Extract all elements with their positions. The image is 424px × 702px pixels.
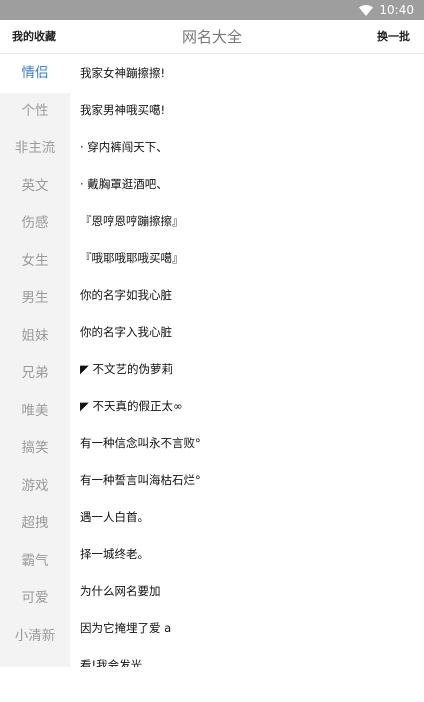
app-bar: 我的收藏 网名大全 换一批 (0, 20, 424, 54)
sidebar-item-personality[interactable]: 个性 (0, 93, 70, 131)
list-item[interactable]: 我家女神蹦擦擦! (70, 55, 424, 92)
sidebar-item-english[interactable]: 英文 (0, 168, 70, 206)
list-item[interactable]: · 穿内裤闯天下、 (70, 129, 424, 166)
sidebar-item-sisters[interactable]: 姐妹 (0, 318, 70, 356)
wifi-icon (359, 4, 374, 16)
sidebar-item-cute[interactable]: 可爱 (0, 580, 70, 618)
bottom-blank-area (0, 667, 424, 702)
sidebar-item-aesthetic[interactable]: 唯美 (0, 393, 70, 431)
list-item[interactable]: · 戴胸罩逛酒吧、 (70, 166, 424, 203)
list-item[interactable]: 遇一人白首。 (70, 499, 424, 536)
sidebar-item-cool[interactable]: 超拽 (0, 505, 70, 543)
sidebar-item-boys[interactable]: 男生 (0, 280, 70, 318)
sidebar-item-games[interactable]: 游戏 (0, 468, 70, 506)
list-item[interactable]: 『恩哼恩哼蹦擦擦』 (70, 203, 424, 240)
refresh-batch-button[interactable]: 换一批 (377, 20, 410, 54)
list-item[interactable]: 你的名字入我心脏 (70, 314, 424, 351)
category-sidebar: 情侣 个性 非主流 英文 伤感 女生 男生 姐妹 兄弟 唯美 搞笑 游戏 超拽 … (0, 55, 70, 667)
list-item[interactable]: 『哦耶哦耶哦买噶』 (70, 240, 424, 277)
list-item[interactable]: 我家男神哦买噶! (70, 92, 424, 129)
status-right: 10:40 (359, 0, 414, 20)
sidebar-item-nonmainstream[interactable]: 非主流 (0, 130, 70, 168)
status-bar: 10:40 (0, 0, 424, 20)
sidebar-item-funny[interactable]: 搞笑 (0, 430, 70, 468)
list-item[interactable]: 因为它掩埋了爱 a (70, 610, 424, 647)
list-item[interactable]: ◤ 不文艺的伪萝莉 (70, 351, 424, 388)
list-item[interactable]: 有一种信念叫永不言败° (70, 425, 424, 462)
sidebar-item-fresh[interactable]: 小清新 (0, 618, 70, 656)
sidebar-item-brothers[interactable]: 兄弟 (0, 355, 70, 393)
name-list: 我家女神蹦擦擦! 我家男神哦买噶! · 穿内裤闯天下、 · 戴胸罩逛酒吧、 『恩… (70, 55, 424, 667)
list-item[interactable]: 看!我会发光 (70, 647, 424, 667)
list-item[interactable]: 你的名字如我心脏 (70, 277, 424, 314)
list-item[interactable]: 择一城终老。 (70, 536, 424, 573)
list-item[interactable]: 为什么网名要加 (70, 573, 424, 610)
sidebar-item-sad[interactable]: 伤感 (0, 205, 70, 243)
sidebar-item-domineering[interactable]: 霸气 (0, 543, 70, 581)
list-item[interactable]: ◤ 不天真的假正太∞ (70, 388, 424, 425)
sidebar-item-girls[interactable]: 女生 (0, 243, 70, 281)
list-item[interactable]: 有一种誓言叫海枯石烂° (70, 462, 424, 499)
status-time: 10:40 (379, 3, 414, 17)
sidebar-item-couple[interactable]: 情侣 (0, 55, 70, 93)
page-title: 网名大全 (181, 28, 242, 46)
